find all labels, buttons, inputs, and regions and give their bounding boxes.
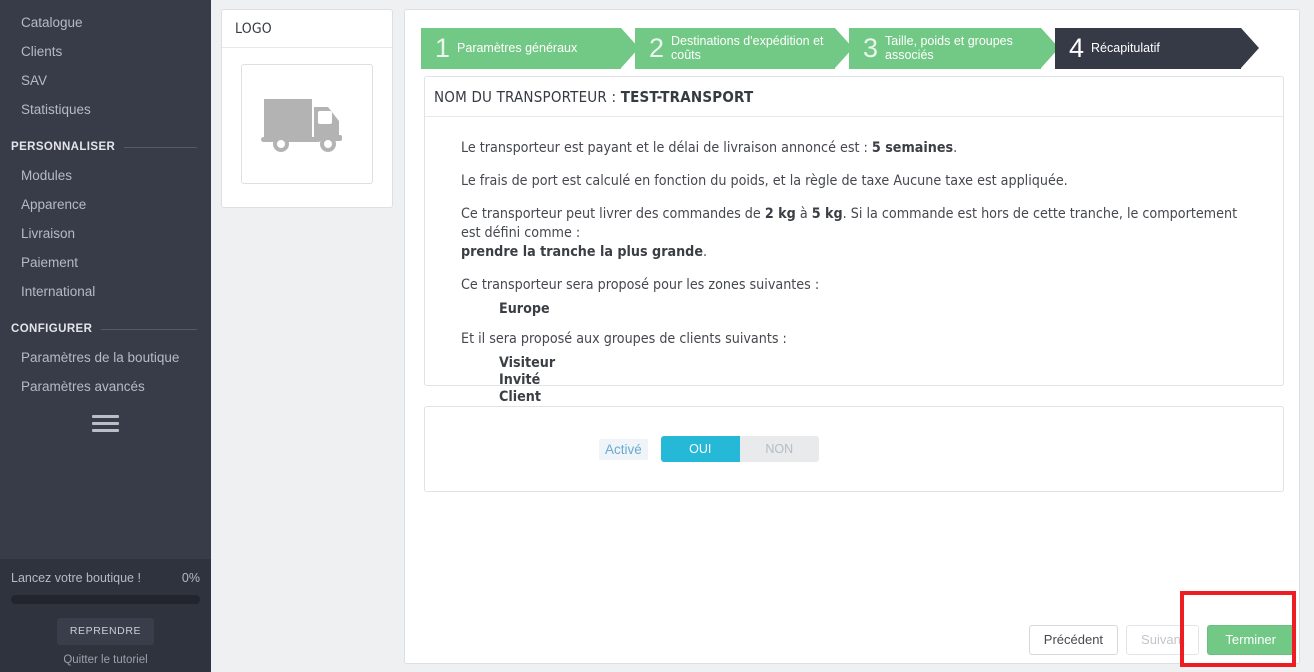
summary-group-item: Visiteur bbox=[499, 355, 556, 371]
sidebar-section-label: PERSONNALISER bbox=[11, 141, 116, 153]
summary-card-body: Le transporteur est payant et le délai d… bbox=[425, 117, 1283, 406]
summary-weight-max: 5 kg bbox=[811, 206, 843, 222]
wizard-step-3[interactable]: 3 Taille, poids et groupes associés bbox=[849, 28, 1059, 69]
next-button[interactable]: Suivant bbox=[1126, 625, 1200, 655]
enabled-toggle-card: Activé OUI NON bbox=[424, 406, 1284, 492]
summary-line-shipping-cost: Le frais de port est calculé en fonction… bbox=[461, 173, 1068, 189]
sidebar-nav-personnaliser: Modules Apparence Livraison Paiement Int… bbox=[0, 161, 211, 306]
sidebar-section-divider bbox=[124, 146, 197, 148]
sidebar-item-apparence[interactable]: Apparence bbox=[0, 190, 211, 219]
launch-store-label: Lancez votre boutique ! bbox=[11, 571, 141, 585]
delivery-truck-icon bbox=[261, 99, 342, 152]
sidebar-item-paiement[interactable]: Paiement bbox=[0, 248, 211, 277]
logo-card-title: LOGO bbox=[222, 10, 392, 48]
hamburger-bar bbox=[92, 415, 119, 418]
sidebar-item-parametres-boutique[interactable]: Paramètres de la boutique bbox=[0, 343, 211, 372]
wizard-step-4[interactable]: 4 Récapitulatif bbox=[1055, 28, 1259, 69]
summary-groups-intro: Et il sera proposé aux groupes de client… bbox=[461, 331, 787, 347]
app-root: Catalogue Clients SAV Statistiques PERSO… bbox=[0, 0, 1314, 672]
summary-delay-value: 5 semaines bbox=[871, 140, 954, 156]
launch-progress-percent: 0% bbox=[181, 571, 200, 585]
summary-out-of-range-behavior: prendre la tranche la plus grande bbox=[461, 244, 703, 260]
hamburger-menu-icon[interactable] bbox=[0, 415, 211, 432]
wizard-action-bar: Précédent Suivant Terminer bbox=[1028, 625, 1294, 655]
launch-progress-bar bbox=[11, 595, 200, 604]
sidebar-item-international[interactable]: International bbox=[0, 277, 211, 306]
launch-progress-row: Lancez votre boutique ! 0% bbox=[11, 571, 200, 585]
quit-tutorial-link[interactable]: Quitter le tutoriel bbox=[11, 654, 200, 666]
enabled-label: Activé bbox=[599, 438, 648, 460]
wizard-step-2[interactable]: 2 Destinations d'expédition et coûts bbox=[635, 28, 853, 69]
enabled-switch-no[interactable]: NON bbox=[739, 436, 819, 462]
summary-card-header: NOM DU TRANSPORTEUR : TEST-TRANSPORT bbox=[425, 77, 1283, 117]
sidebar-item-clients[interactable]: Clients bbox=[0, 37, 211, 66]
wizard-step-1[interactable]: 1 Paramètres généraux bbox=[421, 28, 639, 69]
sidebar-item-catalogue[interactable]: Catalogue bbox=[0, 8, 211, 37]
logo-thumbnail[interactable] bbox=[241, 64, 373, 184]
sidebar-nav-configurer: Paramètres de la boutique Paramètres ava… bbox=[0, 343, 211, 401]
hamburger-bar bbox=[92, 422, 119, 425]
wizard-step-number: 3 bbox=[863, 33, 879, 63]
summary-groups-block: Et il sera proposé aux groupes de client… bbox=[461, 330, 1249, 406]
summary-weight-min: 2 kg bbox=[764, 206, 796, 222]
sidebar-footer: Lancez votre boutique ! 0% REPRENDRE Qui… bbox=[0, 559, 211, 672]
resume-tutorial-button[interactable]: REPRENDRE bbox=[57, 618, 154, 645]
sidebar-section-personnaliser: PERSONNALISER bbox=[0, 124, 211, 161]
enabled-toggle-wrap: Activé OUI NON bbox=[599, 436, 819, 462]
main-sidebar: Catalogue Clients SAV Statistiques PERSO… bbox=[0, 0, 211, 672]
wizard-step-label: Destinations d'expédition et coûts bbox=[671, 34, 824, 62]
summary-text: . bbox=[953, 140, 958, 156]
carrier-name-prefix: NOM DU TRANSPORTEUR : bbox=[434, 88, 621, 106]
summary-text: Le transporteur est payant et le délai d… bbox=[461, 140, 872, 156]
sidebar-nav-top: Catalogue Clients SAV Statistiques bbox=[0, 0, 211, 124]
sidebar-item-statistiques[interactable]: Statistiques bbox=[0, 95, 211, 124]
sidebar-item-livraison[interactable]: Livraison bbox=[0, 219, 211, 248]
sidebar-item-modules[interactable]: Modules bbox=[0, 161, 211, 190]
sidebar-item-sav[interactable]: SAV bbox=[0, 66, 211, 95]
summary-line-weight-range: Ce transporteur peut livrer des commande… bbox=[461, 205, 1249, 262]
sidebar-section-configurer: CONFIGURER bbox=[0, 306, 211, 343]
summary-group-item: Client bbox=[499, 389, 541, 405]
summary-group-item: Invité bbox=[499, 372, 541, 388]
carrier-name-value: TEST-TRANSPORT bbox=[620, 88, 754, 106]
sidebar-section-label: CONFIGURER bbox=[11, 323, 93, 335]
enabled-switch[interactable]: OUI NON bbox=[660, 436, 819, 462]
wizard-step-number: 1 bbox=[435, 33, 451, 63]
previous-button[interactable]: Précédent bbox=[1028, 625, 1119, 655]
summary-text: à bbox=[795, 206, 812, 222]
summary-line-delay: Le transporteur est payant et le délai d… bbox=[461, 139, 1249, 158]
sidebar-item-parametres-avances[interactable]: Paramètres avancés bbox=[0, 372, 211, 401]
finish-button[interactable]: Terminer bbox=[1207, 625, 1294, 655]
summary-card: NOM DU TRANSPORTEUR : TEST-TRANSPORT Le … bbox=[424, 76, 1284, 405]
enabled-switch-yes[interactable]: OUI bbox=[660, 436, 740, 462]
summary-zones-intro: Ce transporteur sera proposé pour les zo… bbox=[461, 277, 820, 293]
wizard-step-number: 4 bbox=[1069, 33, 1085, 63]
hamburger-bar bbox=[92, 429, 119, 432]
summary-zones-block: Ce transporteur sera proposé pour les zo… bbox=[461, 276, 1249, 318]
wizard-step-number: 2 bbox=[649, 33, 665, 63]
summary-text: . bbox=[702, 244, 708, 260]
summary-zone-item: Europe bbox=[499, 301, 550, 317]
wizard-steps: 1 Paramètres généraux 2 Destinations d'e… bbox=[421, 28, 1259, 69]
wizard-step-label: Récapitulatif bbox=[1091, 40, 1160, 55]
sidebar-section-divider bbox=[101, 328, 197, 330]
wizard-step-label: Paramètres généraux bbox=[457, 40, 578, 55]
carrier-logo-card: LOGO bbox=[221, 9, 393, 208]
summary-text: Ce transporteur peut livrer des commande… bbox=[461, 206, 765, 222]
wizard-step-label: Taille, poids et groupes associés bbox=[885, 34, 1013, 62]
